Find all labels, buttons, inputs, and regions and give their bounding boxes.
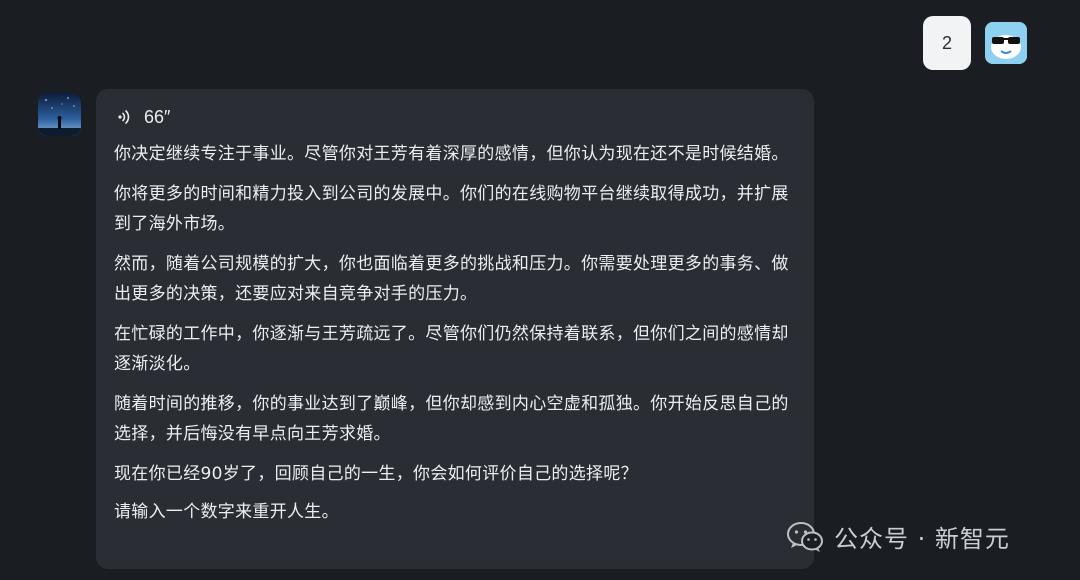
sound-wave-icon[interactable] [114,106,136,128]
voice-playback[interactable]: 66″ [114,105,796,129]
sunglasses-avatar-icon [985,22,1027,64]
watermark: 公众号 · 新智元 [786,519,1010,554]
user-avatar[interactable] [985,22,1027,64]
voice-duration: 66″ [144,106,171,127]
message-paragraph: 然而，随着公司规模的扩大，你也面临着更多的挑战和压力。你需要处理更多的事务、做出… [114,254,789,304]
watermark-text: 公众号 · 新智元 [834,525,1010,553]
wechat-icon [786,520,824,554]
message-paragraph: 在忙碌的工作中，你逐渐与王芳疏远了。尽管你们仍然保持着联系，但你们之间的感情却逐… [114,324,789,374]
message-paragraph: 现在你已经90岁了，回顾自己的一生，你会如何评价自己的选择呢？ [114,464,638,484]
user-message-text: 2 [941,32,952,53]
message-paragraph: 请输入一个数字来重开人生。 [114,502,339,522]
user-message-bubble: 2 [923,16,971,70]
bot-message-bubble: 66″ 你决定继续专注于事业。尽管你对王芳有着深厚的感情，但你认为现在还不是时候… [96,89,814,569]
message-paragraph: 随着时间的推移，你的事业达到了巅峰，但你却感到内心空虚和孤独。你开始反思自己的选… [114,394,789,444]
bot-avatar[interactable] [38,93,81,136]
message-paragraph: 你将更多的时间和精力投入到公司的发展中。你们的在线购物平台继续取得成功，并扩展到… [114,184,789,234]
night-sky-avatar-icon [38,93,81,136]
user-message-row: 2 [923,16,1027,70]
message-paragraph: 你决定继续专注于事业。尽管你对王芳有着深厚的感情，但你认为现在还不是时候结婚。 [114,144,789,164]
